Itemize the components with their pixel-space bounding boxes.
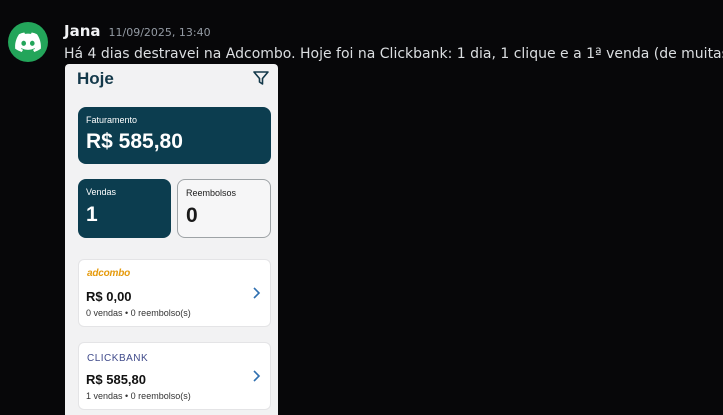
discord-logo-icon — [15, 32, 41, 52]
attached-image[interactable]: Hoje Faturamento R$ 585,80 Vendas 1 Reem… — [65, 64, 278, 415]
message-content: Há 4 dias destravei na Adcombo. Hoje foi… — [64, 44, 723, 62]
chevron-right-icon — [253, 287, 261, 299]
filter-icon — [253, 71, 269, 85]
revenue-card: Faturamento R$ 585,80 — [78, 107, 271, 164]
platform-stats: 0 vendas • 0 reembolso(s) — [86, 308, 191, 318]
refunds-label: Reembolsos — [186, 188, 237, 198]
refunds-value: 0 — [186, 204, 198, 227]
message-text: Há 4 dias destravei na Adcombo. Hoje foi… — [64, 46, 723, 62]
chat-message: Jana 11/09/2025, 13:40 Há 4 dias destrav… — [0, 0, 723, 415]
clickbank-logo: CLICKBANK — [87, 353, 149, 364]
message-header: Jana 11/09/2025, 13:40 — [64, 22, 211, 40]
platform-stats: 1 vendas • 0 reembolso(s) — [86, 391, 191, 401]
sales-label: Vendas — [86, 187, 117, 197]
platform-card-adcombo: adcombo R$ 0,00 0 vendas • 0 reembolso(s… — [78, 259, 271, 327]
sales-card: Vendas 1 — [78, 179, 171, 238]
sales-value: 1 — [86, 203, 98, 226]
revenue-label: Faturamento — [86, 115, 138, 125]
chevron-right-icon — [253, 370, 261, 382]
author-name[interactable]: Jana — [64, 22, 101, 40]
page-title: Hoje — [77, 69, 114, 88]
adcombo-logo: adcombo — [87, 268, 131, 279]
message-timestamp[interactable]: 11/09/2025, 13:40 — [109, 26, 211, 39]
platform-card-clickbank: CLICKBANK R$ 585,80 1 vendas • 0 reembol… — [78, 342, 271, 410]
revenue-value: R$ 585,80 — [86, 130, 183, 153]
refunds-card: Reembolsos 0 — [177, 179, 271, 238]
user-avatar[interactable] — [8, 22, 48, 62]
platform-amount: R$ 585,80 — [86, 372, 146, 387]
platform-amount: R$ 0,00 — [86, 289, 132, 304]
